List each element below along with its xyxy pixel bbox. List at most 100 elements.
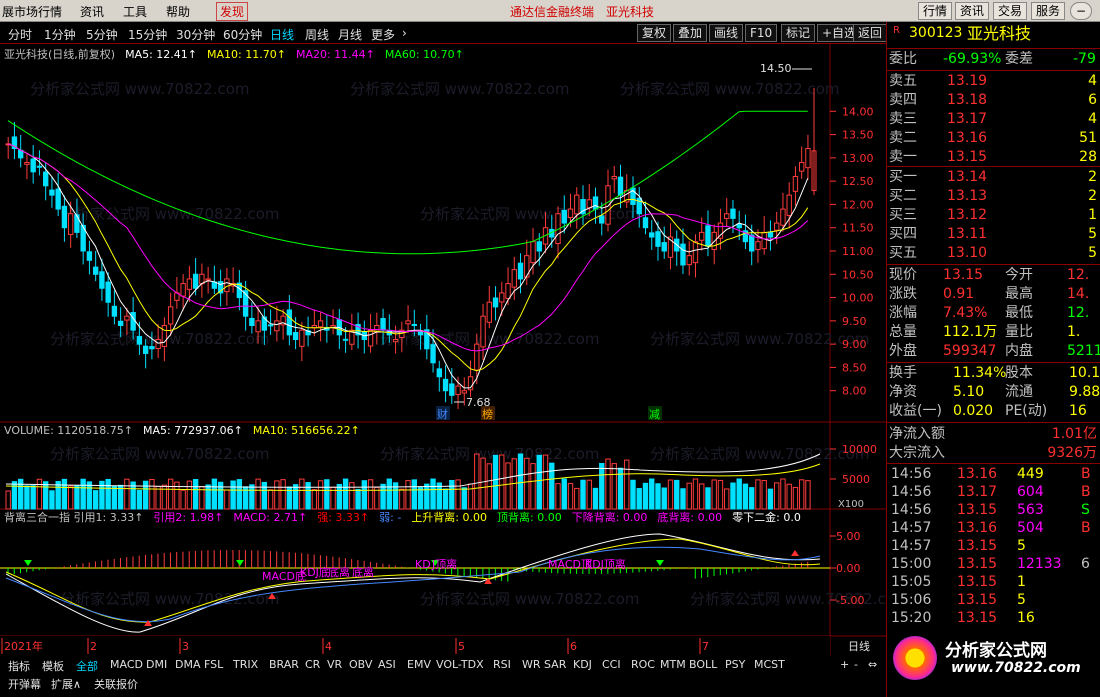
volume-bar [761, 480, 767, 510]
volume-bar [624, 459, 630, 510]
mark-button[interactable]: 标记 [781, 24, 816, 42]
indicator-tab[interactable]: DMA [175, 658, 201, 671]
candle-body [55, 188, 61, 210]
tick-price: 13.15 [957, 610, 998, 626]
indicator-tab[interactable]: EMV [407, 658, 431, 671]
bid-label: 买一 [889, 169, 917, 185]
period-tab-more[interactable]: 更多 [371, 26, 395, 43]
zoom-control-icon[interactable]: - [854, 658, 858, 671]
volume-bar [405, 480, 411, 510]
bottom-action-tab[interactable]: 开弹幕 [8, 676, 41, 692]
indicator-tab[interactable]: MCST [754, 658, 785, 671]
period-tab-timeshare[interactable]: 分时 [8, 26, 32, 43]
ask-price: 13.17 [947, 111, 988, 127]
adjust-button[interactable]: 复权 [637, 24, 672, 42]
price-tick: 9.50 [842, 315, 867, 328]
flow-label: 净流入额 [889, 426, 945, 442]
volume-bar [774, 482, 780, 510]
stat-label: 股本 [1005, 365, 1033, 381]
indicator-tab[interactable]: 指标 [8, 658, 30, 674]
indicator-tab[interactable]: OBV [349, 658, 372, 671]
quote-button[interactable]: 行情 [918, 2, 953, 20]
period-tab-60min[interactable]: 60分钟 [223, 26, 262, 43]
stat-value: 12. [1067, 267, 1090, 283]
indicator-tab[interactable]: 模板 [42, 658, 64, 674]
volume-bar [580, 479, 586, 510]
period-tab-monthly[interactable]: 月线 [338, 26, 362, 43]
volume-bar [799, 479, 805, 510]
candle-body [761, 231, 767, 250]
chevron-right-icon[interactable]: › [402, 26, 407, 40]
period-tab-weekly[interactable]: 周线 [305, 26, 329, 43]
volume-bar [167, 478, 174, 510]
indicator-tick: 0.00 [836, 562, 861, 575]
stat-label: PE(动) [1005, 403, 1048, 419]
menu-item-market[interactable]: 展市场行情 [2, 3, 62, 20]
volume-bar [274, 480, 280, 510]
indicator-tab[interactable]: BRAR [269, 658, 299, 671]
overlay-button[interactable]: 叠加 [673, 24, 708, 42]
svg-text:5: 5 [458, 640, 465, 653]
kline-chart[interactable]: 分析家公式网 www.70822.com 分析家公式网 www.70822.com… [0, 44, 886, 656]
zoom-control-icon[interactable]: ⇔ [868, 658, 877, 671]
indicator-tab[interactable]: CCI [602, 658, 621, 671]
indicator-tab[interactable]: KDJ [573, 658, 592, 671]
indicator-tab[interactable]: ROC [631, 658, 655, 671]
trade-button[interactable]: 交易 [993, 2, 1028, 20]
period-tab-30min[interactable]: 30分钟 [176, 26, 215, 43]
marker-billboard[interactable]: 榜 [482, 407, 493, 421]
indicator-tab[interactable]: CR [305, 658, 320, 671]
indicator-tab[interactable]: PSY [725, 658, 745, 671]
menu-item-news[interactable]: 资讯 [80, 3, 104, 20]
menu-item-discover[interactable]: 发现 [216, 2, 249, 21]
ask-volume: 4 [1088, 111, 1097, 127]
indicator-tab[interactable]: DMI [146, 658, 167, 671]
legend-entry: MA10: 11.70↑ [207, 48, 286, 61]
marker-finance[interactable]: 财 [437, 407, 448, 421]
volume-bar [30, 485, 36, 510]
service-button[interactable]: 服务 [1031, 2, 1066, 20]
indicator-tab[interactable]: FSL [204, 658, 223, 671]
draw-button[interactable]: 画线 [709, 24, 744, 42]
indicator-tab[interactable]: TRIX [233, 658, 258, 671]
back-button[interactable]: 返回 [853, 24, 888, 42]
volume-bar [461, 487, 467, 510]
indicator-tab[interactable]: 全部 [76, 658, 98, 674]
marker-reduce[interactable]: 减 [649, 408, 660, 421]
indicator-tab[interactable]: VR [327, 658, 342, 671]
period-tab-1min[interactable]: 1分钟 [44, 26, 76, 43]
period-tab-15min[interactable]: 15分钟 [128, 26, 167, 43]
watermark: 分析家公式网 www.70822.com [380, 445, 600, 463]
menu-item-help[interactable]: 帮助 [166, 3, 190, 20]
candle-body [161, 325, 168, 347]
candle-body [461, 390, 467, 394]
indicator-tab[interactable]: BOLL [689, 658, 717, 671]
indicator-tab[interactable]: MACD [110, 658, 143, 671]
f10-button[interactable]: F10 [745, 24, 778, 42]
bottom-action-tab[interactable]: 关联报价 [94, 676, 138, 692]
volume-legend: VOLUME: 1120518.75↑ MA5: 772937.06↑ MA10: … [4, 424, 360, 437]
candle-body [680, 243, 686, 266]
arrow-down-icon [24, 560, 32, 566]
indicator-tab[interactable]: SAR [544, 658, 566, 671]
menu-item-tools[interactable]: 工具 [123, 3, 147, 20]
zoom-control-icon[interactable]: + [840, 658, 849, 671]
legend-entry: MA10: 516656.22↑ [253, 424, 360, 437]
indicator-tab[interactable]: ASI [378, 658, 396, 671]
period-tab-daily[interactable]: 日线 [270, 26, 294, 43]
candle-body [705, 225, 711, 247]
bottom-action-tab[interactable]: 扩展∧ [51, 676, 81, 692]
period-tab-5min[interactable]: 5分钟 [86, 26, 118, 43]
minimize-icon[interactable]: − [1070, 2, 1092, 20]
indicator-tab[interactable]: WR [522, 658, 541, 671]
indicator-tab[interactable]: RSI [493, 658, 511, 671]
stat-value: 13.15 [943, 267, 984, 283]
title-stock-name: 亚光科技 [606, 5, 655, 19]
indicator-tab[interactable]: VOL-TDX [436, 658, 484, 671]
volume-bar [367, 479, 374, 510]
indicator-tab[interactable]: MTM [660, 658, 686, 671]
stat-value: 12. [1067, 305, 1090, 321]
tick-price: 13.16 [957, 466, 998, 482]
news-button[interactable]: 资讯 [955, 2, 990, 20]
candle-body [617, 176, 624, 196]
